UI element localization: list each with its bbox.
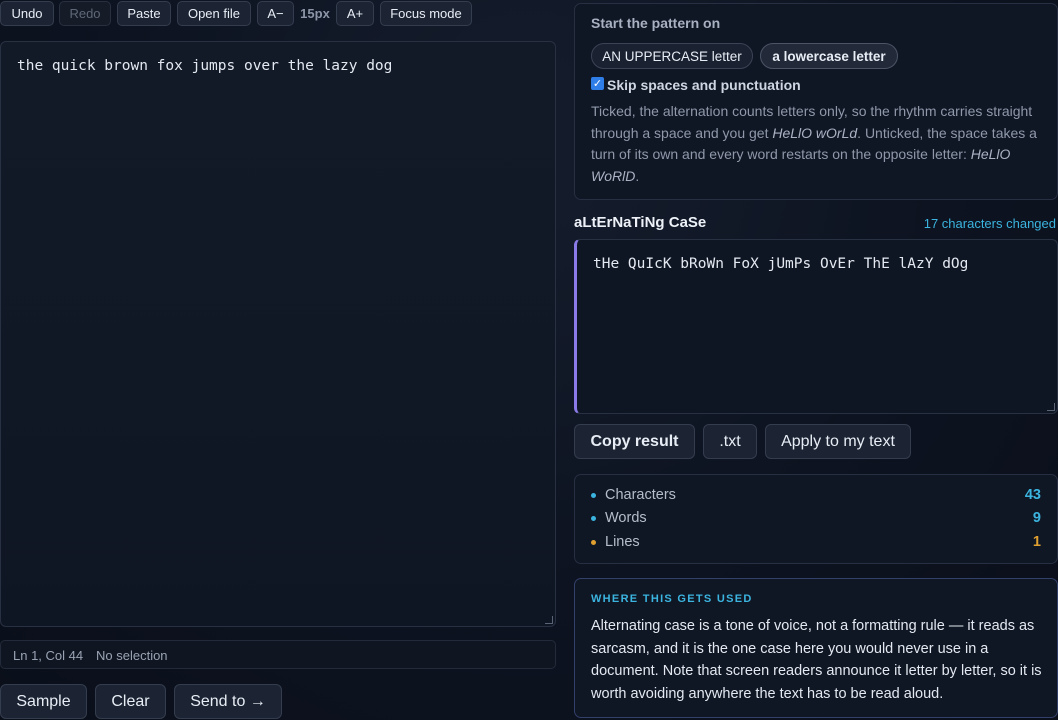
- stat-value-words: 9: [1032, 510, 1041, 526]
- result-title: aLtErNaTiNg CaSe: [574, 214, 707, 231]
- result-resize-handle[interactable]: [1047, 403, 1055, 411]
- start-lowercase-option[interactable]: a lowercase letter: [760, 43, 898, 69]
- stat-value-characters: 43: [1024, 487, 1041, 503]
- font-decrease-button[interactable]: A−: [257, 1, 294, 26]
- selection-status: No selection: [96, 648, 168, 663]
- stat-label-characters: Characters: [605, 487, 676, 503]
- result-content[interactable]: tHe QuIcK bRoWn FoX jUmPs OvEr ThE lAzY …: [593, 256, 968, 272]
- usage-info-card: WHERE THIS GETS USED Alternating case is…: [574, 578, 1058, 718]
- undo-button[interactable]: Undo: [0, 1, 54, 26]
- usage-info-heading: WHERE THIS GETS USED: [591, 593, 753, 605]
- text-editor[interactable]: the quick brown fox jumps over the lazy …: [0, 41, 556, 627]
- pattern-heading: Start the pattern on: [591, 15, 721, 31]
- pattern-options-card: Start the pattern on AN UPPERCASE letter…: [574, 3, 1058, 200]
- usage-info-body: Alternating case is a tone of voice, not…: [591, 618, 1042, 703]
- cursor-position: Ln 1, Col 44: [13, 648, 84, 663]
- redo-button[interactable]: Redo: [59, 1, 111, 26]
- stat-value-lines: 1: [1032, 534, 1041, 550]
- skip-spaces-checkbox[interactable]: ✓: [591, 77, 604, 90]
- paste-button[interactable]: Paste: [117, 1, 171, 26]
- skip-spaces-label[interactable]: Skip spaces and punctuation: [607, 77, 801, 93]
- stat-dot: [591, 540, 596, 545]
- stat-dot: [591, 493, 596, 498]
- changed-count: 17 characters changed: [923, 216, 1056, 231]
- stat-label-words: Words: [605, 510, 647, 526]
- clear-button[interactable]: Clear: [95, 684, 166, 719]
- stat-label-lines: Lines: [605, 534, 640, 550]
- open-file-button[interactable]: Open file: [177, 1, 251, 26]
- result-output[interactable]: tHe QuIcK bRoWn FoX jUmPs OvEr ThE lAzY …: [574, 239, 1058, 414]
- stat-dot: [591, 516, 596, 521]
- send-to-button[interactable]: Send to →: [174, 684, 282, 719]
- start-uppercase-option[interactable]: AN UPPERCASE letter: [591, 43, 753, 69]
- download-txt-button[interactable]: .txt: [703, 424, 757, 459]
- resize-handle[interactable]: [545, 616, 553, 624]
- focus-mode-button[interactable]: Focus mode: [380, 1, 472, 26]
- font-increase-button[interactable]: A+: [336, 1, 374, 26]
- font-size-readout: 15px: [300, 6, 330, 21]
- example-skip-on: HeLlO wOrLd: [772, 124, 858, 141]
- stats-card: Characters 43 Words 9 Lines 1: [574, 474, 1058, 564]
- check-icon: ✓: [592, 78, 603, 90]
- apply-to-text-button[interactable]: Apply to my text: [765, 424, 911, 459]
- editor-content[interactable]: the quick brown fox jumps over the lazy …: [17, 58, 392, 74]
- copy-result-button[interactable]: Copy result: [574, 424, 695, 459]
- status-bar: Ln 1, Col 44 No selection: [0, 640, 556, 669]
- pattern-explanation: Ticked, the alternation counts letters o…: [591, 103, 1037, 184]
- sample-button[interactable]: Sample: [0, 684, 87, 719]
